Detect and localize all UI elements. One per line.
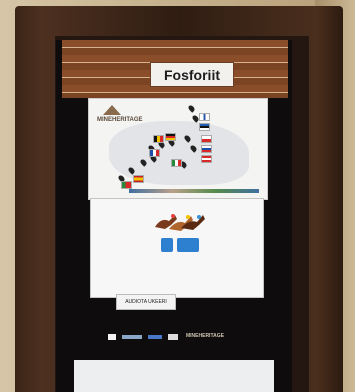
europe-map-card: MINEHERITAGE xyxy=(88,98,268,200)
belgium-flag-icon xyxy=(153,135,164,143)
slovenia-flag-icon xyxy=(201,145,212,153)
italy-flag-icon xyxy=(171,159,182,167)
poland-flag-icon xyxy=(201,135,212,143)
kiosk-title: Fosforiit xyxy=(150,62,234,87)
horses-illustration-icon xyxy=(155,214,205,231)
kiosk-screen: Fosforiit MINEHERITAGE AUDIOTA UKEERI MI… xyxy=(56,40,292,392)
portugal-flag-icon xyxy=(121,181,132,189)
finland-flag-icon xyxy=(199,113,210,121)
mineheritage-logo-icon xyxy=(103,105,121,115)
footer-mineheritage-logo: MINEHERITAGE xyxy=(186,333,224,339)
mineheritage-logo-text: MINEHERITAGE xyxy=(97,117,143,123)
germany-flag-icon xyxy=(165,133,176,141)
france-flag-icon xyxy=(149,149,160,157)
visitor-button[interactable] xyxy=(161,238,173,252)
footer-logo-icon xyxy=(148,335,162,339)
partner-logos xyxy=(129,189,259,193)
spain-flag-icon xyxy=(133,175,144,183)
audio-guide-button[interactable]: AUDIOTA UKEERI xyxy=(116,294,176,310)
bottom-bar xyxy=(74,360,274,392)
europe-map xyxy=(109,121,249,185)
main-panel xyxy=(90,198,264,298)
footer-logo-icon xyxy=(122,335,142,339)
photo-scene: Fosforiit MINEHERITAGE AUDIOTA UKEERI MI… xyxy=(0,0,355,392)
map-pin-icon xyxy=(187,104,196,113)
austria-flag-icon xyxy=(201,155,212,163)
footer-logo-icon xyxy=(168,334,178,340)
footer-logos: MINEHERITAGE xyxy=(108,332,238,342)
estonia-flag-icon xyxy=(199,123,210,131)
group-button[interactable] xyxy=(177,238,199,252)
footer-logo-icon xyxy=(108,334,116,340)
header-banner: Fosforiit xyxy=(62,40,288,98)
